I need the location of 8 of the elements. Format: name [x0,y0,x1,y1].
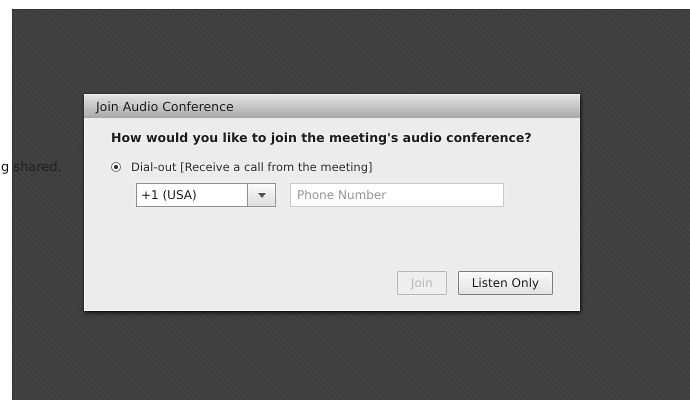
dialog-button[interactable]: Listen Only [458,271,553,295]
dropdown-arrow-icon [258,192,266,198]
radio-button[interactable] [111,162,121,172]
question-text: How would you like to join the meeting's audio conference? [111,130,533,145]
dialog-title: Join Audio Conference [96,98,234,114]
option-label[interactable]: Dial-out [Receive a call from the meeting] [131,160,373,174]
phone-number-field[interactable]: Phone Number [290,183,504,207]
country-code-dropdown[interactable]: +1 (USA) [136,183,276,207]
